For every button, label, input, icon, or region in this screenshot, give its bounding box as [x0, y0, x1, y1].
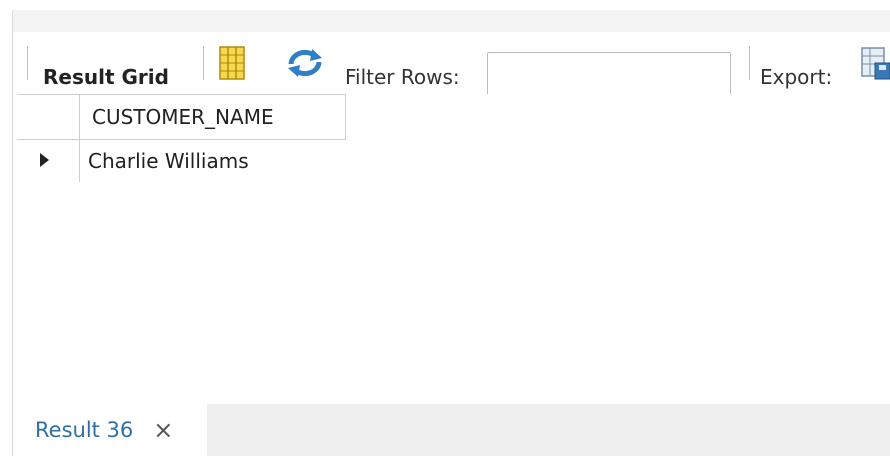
- result-table: CUSTOMER_NAME Charlie Williams: [17, 94, 346, 182]
- result-tab-bar: Result 36 ×: [13, 404, 890, 456]
- header-row: CUSTOMER_NAME: [17, 94, 346, 140]
- table-row[interactable]: Charlie Williams: [17, 139, 346, 183]
- toolbar-separator: [749, 46, 750, 80]
- filter-rows-label: Filter Rows:: [345, 65, 460, 89]
- column-header-customer-name[interactable]: CUSTOMER_NAME: [79, 94, 346, 140]
- export-grid-icon[interactable]: [861, 47, 890, 81]
- result-toolbar: Result Grid Filter Rows: Export:: [13, 32, 890, 96]
- result-grid: CUSTOMER_NAME Charlie Williams: [13, 94, 890, 404]
- toolbar-separator: [203, 46, 204, 80]
- filter-rows-input[interactable]: [487, 52, 731, 96]
- toolbar-separator: [27, 46, 28, 80]
- result-panel: Result Grid Filter Rows: Export: CUSTOME…: [12, 10, 890, 456]
- close-icon[interactable]: ×: [153, 418, 173, 442]
- export-label: Export:: [760, 65, 833, 89]
- grid-corner-cell[interactable]: [17, 94, 80, 140]
- refresh-icon[interactable]: [285, 48, 325, 78]
- current-row-arrow-icon: [39, 152, 49, 167]
- panel-top-strip: [13, 10, 890, 32]
- grid-layout-icon[interactable]: [219, 46, 245, 80]
- tab-label: Result 36: [35, 418, 134, 442]
- result-grid-button[interactable]: Result Grid: [43, 65, 169, 89]
- row-selector[interactable]: [17, 139, 80, 182]
- tab-result-36[interactable]: Result 36 ×: [13, 404, 207, 456]
- cell-customer-name[interactable]: Charlie Williams: [80, 140, 346, 183]
